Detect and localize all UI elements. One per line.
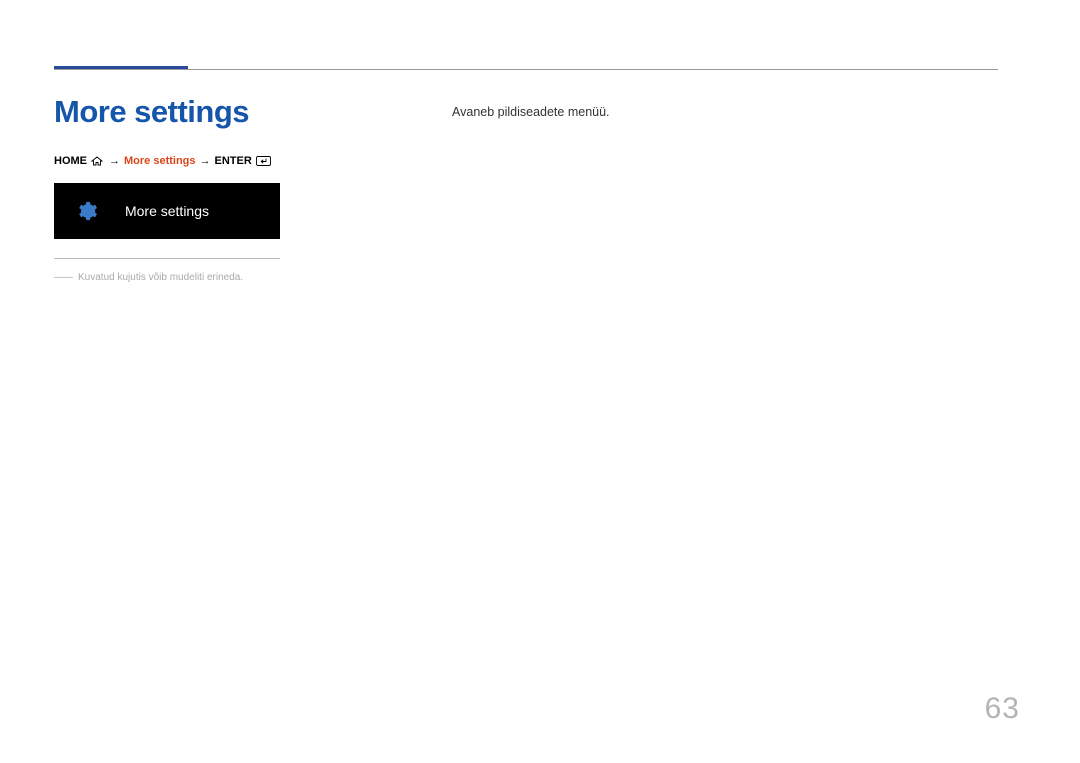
footnote: ―― Kuvatud kujutis võib mudeliti erineda… bbox=[54, 272, 243, 283]
breadcrumb-more-settings: More settings bbox=[124, 155, 196, 167]
gear-icon bbox=[76, 200, 98, 222]
page-title: More settings bbox=[54, 94, 249, 130]
tile-bottom-rule bbox=[54, 258, 280, 259]
breadcrumb-arrow-1: → bbox=[109, 155, 120, 167]
home-icon bbox=[91, 156, 103, 166]
breadcrumb-enter: ENTER bbox=[215, 155, 252, 167]
breadcrumb-arrow-2: → bbox=[200, 155, 211, 167]
page-number: 63 bbox=[985, 692, 1020, 726]
more-settings-tile: More settings bbox=[54, 183, 280, 239]
body-text: Avaneb pildiseadete menüü. bbox=[452, 105, 610, 119]
enter-icon bbox=[256, 156, 271, 166]
footnote-dash: ―― bbox=[54, 272, 72, 283]
header-rule bbox=[54, 69, 998, 70]
breadcrumb-home: HOME bbox=[54, 155, 87, 167]
footnote-text: Kuvatud kujutis võib mudeliti erineda. bbox=[78, 272, 243, 283]
tile-label: More settings bbox=[125, 203, 209, 219]
breadcrumb: HOME → More settings → ENTER bbox=[54, 155, 271, 167]
